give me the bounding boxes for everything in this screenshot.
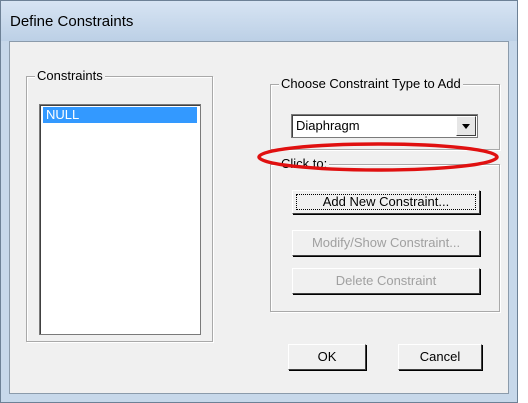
constraint-type-group-label: Choose Constraint Type to Add xyxy=(279,76,463,92)
define-constraints-window: Define Constraints Constraints NULL Choo… xyxy=(0,0,518,403)
dialog-body: Constraints NULL Choose Constraint Type … xyxy=(9,41,509,394)
constraint-type-value: Diaphragm xyxy=(296,118,360,133)
list-item-null[interactable]: NULL xyxy=(43,107,197,123)
ok-label: OK xyxy=(317,349,337,364)
modify-show-constraint-button[interactable]: Modify/Show Constraint... xyxy=(292,230,480,256)
highlight-ellipse-shape xyxy=(257,142,499,172)
modify-show-constraint-label: Modify/Show Constraint... xyxy=(311,235,461,250)
cancel-button[interactable]: Cancel xyxy=(398,344,482,370)
ok-button[interactable]: OK xyxy=(288,344,366,370)
cancel-label: Cancel xyxy=(419,349,461,364)
chevron-down-icon[interactable] xyxy=(456,116,476,136)
constraint-type-select[interactable]: Diaphragm xyxy=(291,114,478,138)
delete-constraint-label: Delete Constraint xyxy=(335,273,437,288)
constraints-listbox[interactable]: NULL xyxy=(39,104,201,335)
focus-indicator xyxy=(296,194,476,210)
add-new-constraint-button[interactable]: Add New Constraint... xyxy=(292,190,480,214)
delete-constraint-button[interactable]: Delete Constraint xyxy=(292,268,480,294)
constraints-group-label: Constraints xyxy=(35,68,105,84)
constraints-group: Constraints NULL xyxy=(26,68,213,342)
title-bar[interactable]: Define Constraints xyxy=(1,1,517,41)
highlight-ellipse xyxy=(257,142,499,172)
window-title: Define Constraints xyxy=(10,13,134,30)
